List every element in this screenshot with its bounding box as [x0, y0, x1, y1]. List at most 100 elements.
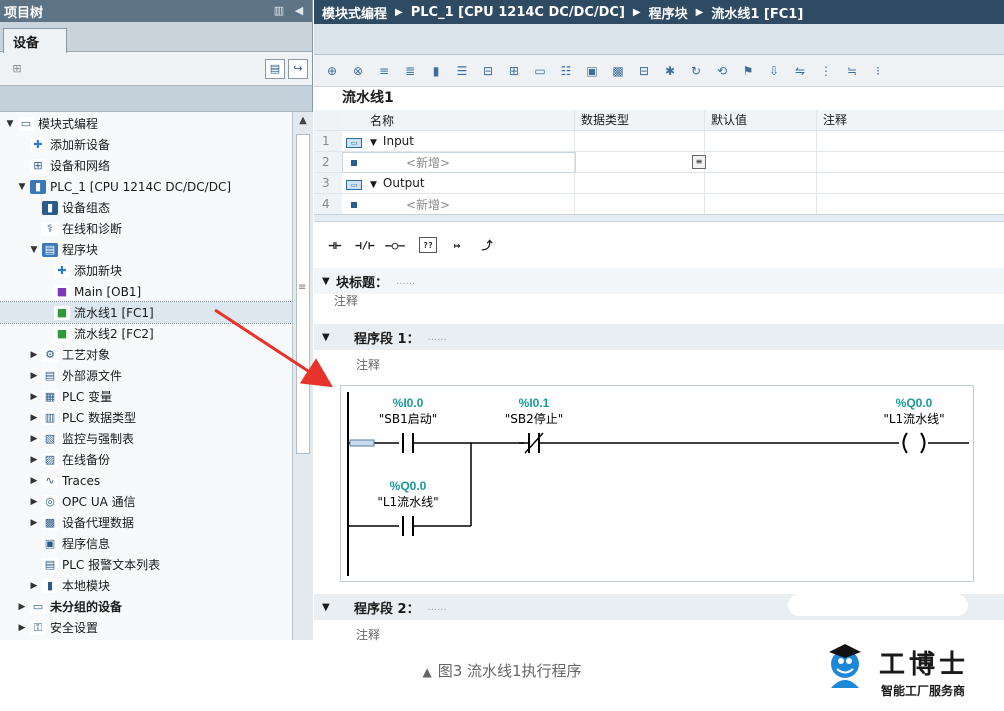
network-1-comment[interactable]: 注释 — [356, 356, 380, 373]
default-value-cell[interactable] — [704, 152, 816, 172]
interface-name-cell[interactable]: ▼ Output — [366, 176, 574, 190]
tree-item[interactable]: ▶ ⚙ 工艺对象 — [0, 344, 292, 365]
tree-item[interactable]: ▶ ▨ 在线备份 — [0, 449, 292, 470]
network-comment-icon[interactable]: ☷ — [556, 61, 576, 81]
tree-scrollbar[interactable]: ▲ ≡ — [292, 112, 313, 640]
favorites-icon[interactable]: ⊟ — [634, 61, 654, 81]
scroll-up-icon[interactable]: ▲ — [293, 112, 313, 130]
network-2-comment[interactable]: 注释 — [356, 626, 380, 643]
list-icon[interactable]: ⋮ — [816, 61, 836, 81]
tree-item[interactable]: ■ 流水线2 [FC2] — [0, 323, 292, 344]
tree-item[interactable]: ▶ ▧ 监控与强制表 — [0, 428, 292, 449]
interface-row[interactable]: 3 ▭ ▼ Output — [314, 173, 1004, 194]
breadcrumb-item[interactable]: PLC_1 [CPU 1214C DC/DC/DC] — [411, 5, 625, 20]
collapsed-arrow-icon[interactable]: ▶ — [16, 623, 28, 633]
default-value-cell[interactable] — [704, 194, 816, 214]
collapsed-arrow-icon[interactable]: ▶ — [28, 476, 40, 486]
monitor-icon[interactable]: ✱ — [660, 61, 680, 81]
comment-cell[interactable] — [816, 131, 1004, 151]
expanded-arrow-icon[interactable]: ▼ — [4, 119, 16, 129]
coil-icon[interactable]: –○– — [382, 232, 408, 258]
tree-item[interactable]: ▼ ▭ 模块式编程 — [0, 113, 292, 134]
tree-item[interactable]: ▣ 程序信息 — [0, 533, 292, 554]
collapsed-arrow-icon[interactable]: ▶ — [28, 371, 40, 381]
section-expand-icon[interactable]: ▼ — [370, 180, 377, 190]
interface-row[interactable]: 1 ▭ ▼ Input — [314, 131, 1004, 152]
collapsed-arrow-icon[interactable]: ▶ — [28, 392, 40, 402]
comment-cell[interactable] — [816, 152, 1004, 172]
tree-item[interactable]: ■ 流水线1 [FC1] — [0, 301, 292, 324]
indent-icon[interactable]: ☰ — [452, 61, 472, 81]
save-icon[interactable]: ▣ — [582, 61, 602, 81]
empty-box-icon[interactable]: ?? — [419, 237, 437, 253]
editor-splitter[interactable] — [314, 214, 1004, 222]
collapse-toggle-icon[interactable]: ▼ — [322, 602, 336, 613]
goto-icon[interactable]: ⟲ — [712, 61, 732, 81]
expand-all-icon[interactable]: ⊟ — [478, 61, 498, 81]
insert-row-icon[interactable]: ≡ — [374, 61, 394, 81]
collapsed-arrow-icon[interactable]: ▶ — [28, 434, 40, 444]
network-1-header[interactable]: ▼ 程序段 1： ...... — [314, 324, 1004, 350]
collapsed-arrow-icon[interactable]: ▶ — [28, 581, 40, 591]
tree-item[interactable]: ▶ ▦ PLC 变量 — [0, 386, 292, 407]
contact-l1-latch[interactable] — [402, 516, 414, 536]
collapse-toggle-icon[interactable]: ▼ — [322, 276, 336, 287]
interface-row[interactable]: 2 <新增> ≡ — [314, 152, 1004, 173]
split-view-icon[interactable]: ▥ — [272, 4, 286, 18]
coil-l1-line[interactable] — [902, 432, 926, 454]
interface-row[interactable]: 4 <新增> — [314, 194, 1004, 215]
tree-item[interactable]: ⊞ 设备和网络 — [0, 155, 292, 176]
datatype-list-icon[interactable]: ≡ — [692, 155, 706, 169]
bookmark-icon[interactable]: ⚑ — [738, 61, 758, 81]
breadcrumb-item[interactable]: 模块式编程 — [322, 3, 387, 22]
add-new-placeholder[interactable]: <新增> — [406, 198, 450, 212]
comments-icon[interactable]: ▭ — [530, 61, 550, 81]
interface-name-cell[interactable]: <新增> — [366, 196, 574, 213]
tree-item[interactable]: ✚ 添加新设备 — [0, 134, 292, 155]
open-branch-icon[interactable]: ↦ — [444, 232, 470, 258]
collapsed-arrow-icon[interactable]: ▶ — [28, 350, 40, 360]
nc-contact-icon[interactable]: ⊣/⊢ — [352, 232, 378, 258]
tree-item[interactable]: ▼ ▮ PLC_1 [CPU 1214C DC/DC/DC] — [0, 176, 292, 197]
default-value-cell[interactable] — [704, 131, 816, 151]
datatype-cell[interactable] — [574, 194, 704, 214]
absolute-address-icon[interactable]: ▮ — [426, 61, 446, 81]
more-icon[interactable]: ⁝ — [868, 61, 888, 81]
collapsed-arrow-icon[interactable]: ▶ — [28, 518, 40, 528]
tree-options-icon[interactable]: ⊞ — [7, 59, 27, 79]
comment-cell[interactable] — [816, 173, 1004, 193]
expanded-arrow-icon[interactable]: ▼ — [28, 245, 40, 255]
add-to-view-button[interactable]: ↪ — [288, 58, 308, 79]
collapsed-arrow-icon[interactable]: ▶ — [28, 497, 40, 507]
add-row-icon[interactable]: ≣ — [400, 61, 420, 81]
tree-item[interactable]: ▶ ◎ OPC UA 通信 — [0, 491, 292, 512]
block-heading-section[interactable]: ▼ 块标题： ...... — [314, 268, 1004, 294]
tree-item[interactable]: ▶ ▤ 外部源文件 — [0, 365, 292, 386]
download-icon[interactable]: ⇩ — [764, 61, 784, 81]
collapse-toggle-icon[interactable]: ▼ — [322, 332, 336, 343]
delete-network-icon[interactable]: ⊗ — [348, 61, 368, 81]
tree-item[interactable]: ▮ 设备组态 — [0, 197, 292, 218]
section-expand-icon[interactable]: ▼ — [370, 138, 377, 148]
tree-item[interactable]: ▤ PLC 报警文本列表 — [0, 554, 292, 575]
close-branch-icon[interactable]: ⤴ — [474, 232, 500, 258]
collapse-all-icon[interactable]: ⊞ — [504, 61, 524, 81]
scrollbar-thumb[interactable] — [296, 134, 310, 454]
breadcrumb-item[interactable]: 流水线1 [FC1] — [711, 3, 803, 22]
tree-item[interactable]: ▶ ▩ 设备代理数据 — [0, 512, 292, 533]
compare-icon[interactable]: ⇋ — [790, 61, 810, 81]
interface-name-cell[interactable]: ▼ Input — [366, 134, 574, 148]
no-contact-icon[interactable]: ⊣⊢ — [322, 232, 348, 258]
block-comment[interactable]: 注释 — [334, 292, 358, 309]
datatype-cell[interactable] — [574, 131, 704, 151]
collapsed-arrow-icon[interactable]: ▶ — [28, 455, 40, 465]
insert-network-icon[interactable]: ⊕ — [322, 61, 342, 81]
tree-item[interactable]: ✚ 添加新块 — [0, 260, 292, 281]
tree-item[interactable]: ■ Main [OB1] — [0, 281, 292, 302]
tree-item[interactable]: ▶ ▭ 未分组的设备 — [0, 596, 292, 617]
tree-item[interactable]: ⚕ 在线和诊断 — [0, 218, 292, 239]
tag-info-icon[interactable]: ▩ — [608, 61, 628, 81]
expanded-arrow-icon[interactable]: ▼ — [16, 182, 28, 192]
tree-item[interactable]: ▶ ∿ Traces — [0, 470, 292, 491]
overview-button[interactable]: ▤ — [265, 58, 285, 79]
